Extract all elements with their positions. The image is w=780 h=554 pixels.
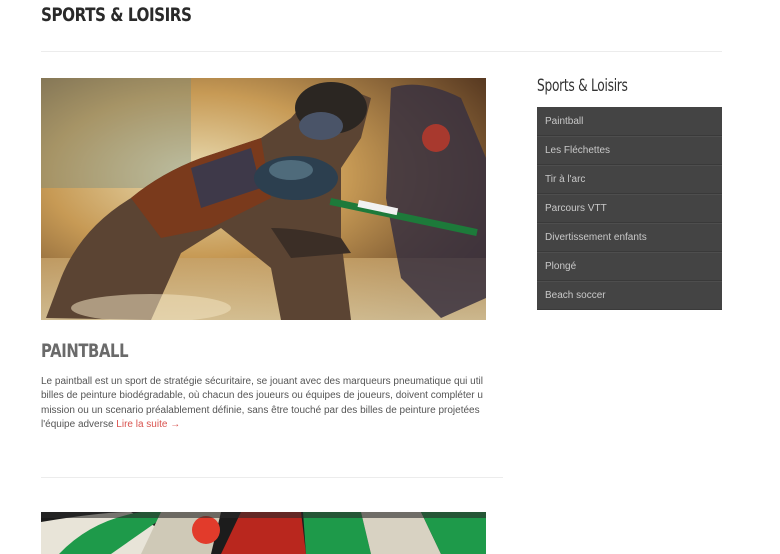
sidebar-item-parcours-vtt[interactable]: Parcours VTT xyxy=(537,194,722,223)
post-title[interactable]: PAINTBALL xyxy=(41,340,129,362)
sidebar-title: Sports & Loisirs xyxy=(537,76,628,96)
sidebar-item-label[interactable]: Beach soccer xyxy=(545,290,606,301)
sidebar-item-divertissement-enfants[interactable]: Divertissement enfants xyxy=(537,223,722,252)
post-divider xyxy=(41,477,503,478)
sidebar-item-label[interactable]: Divertissement enfants xyxy=(545,232,647,243)
excerpt-line: billes de peinture biodégradable, où cha… xyxy=(41,390,483,402)
excerpt-line-last: l'équipe adverse Lire la suite → xyxy=(41,418,503,432)
sidebar-menu: Paintball Les Fléchettes Tir à l'arc Par… xyxy=(537,107,722,310)
sidebar-item-label[interactable]: Plongé xyxy=(545,261,576,272)
excerpt-line: Le paintball est un sport de stratégie s… xyxy=(41,376,483,387)
read-more-link[interactable]: Lire la suite → xyxy=(116,419,180,430)
sidebar-item-flechettes[interactable]: Les Fléchettes xyxy=(537,136,722,165)
paintball-image[interactable] xyxy=(41,78,486,320)
sidebar-item-label[interactable]: Paintball xyxy=(545,116,583,127)
sidebar-item-label[interactable]: Les Fléchettes xyxy=(545,145,610,156)
sidebar-item-label[interactable]: Parcours VTT xyxy=(545,203,607,214)
sidebar-item-tir-a-l-arc[interactable]: Tir à l'arc xyxy=(537,165,722,194)
page-title: SPORTS & LOISIRS xyxy=(41,4,192,26)
excerpt-line: mission ou un scenario préalablement déf… xyxy=(41,404,480,416)
darts-image[interactable] xyxy=(41,512,486,554)
post-excerpt: Le paintball est un sport de stratégie s… xyxy=(41,375,511,435)
sidebar-item-paintball[interactable]: Paintball xyxy=(537,107,722,136)
sidebar-item-plonge[interactable]: Plongé xyxy=(537,252,722,281)
header-divider xyxy=(41,51,722,52)
sidebar-item-beach-soccer[interactable]: Beach soccer xyxy=(537,281,722,310)
excerpt-line-text: l'équipe adverse xyxy=(41,419,114,431)
sidebar-item-label[interactable]: Tir à l'arc xyxy=(545,174,585,185)
